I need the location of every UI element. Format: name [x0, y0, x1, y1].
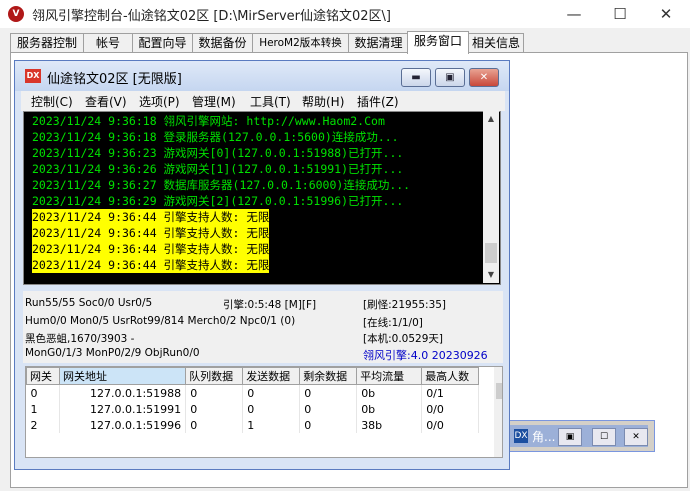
- log-line-highlight: 2023/11/24 9:36:44 引擎支持人数: 无限: [32, 241, 270, 257]
- status-version: 翎风引擎:4.0 20230926: [363, 349, 488, 362]
- col-max-users[interactable]: 最高人数: [421, 367, 480, 385]
- log-line: 2023/11/24 9:36:26 游戏网关[1](127.0.0.1:519…: [32, 162, 404, 176]
- col-gateway-address[interactable]: 网关地址: [58, 367, 187, 385]
- app-logo-icon: V: [8, 6, 24, 22]
- scroll-up-icon[interactable]: ▲: [483, 111, 499, 127]
- dx-icon: DX: [25, 69, 41, 83]
- status-run: Run55/55 Soc0/0 Usr0/5: [25, 297, 153, 309]
- col-send-data[interactable]: 发送数据: [242, 367, 301, 385]
- gateway-table: 网关 网关地址 队列数据 发送数据 剩余数据 平均流量 最高人数 0 127.0…: [25, 366, 503, 458]
- window-title: 翎风引擎控制台-仙途铭文02区 [D:\MirServer仙途铭文02区\]: [32, 9, 392, 24]
- tab-data-backup[interactable]: 数据备份: [192, 33, 253, 53]
- bg-window-title: 角...: [532, 430, 556, 444]
- table-scroll-thumb[interactable]: [496, 383, 502, 399]
- bg-window-icon: DX: [514, 429, 528, 443]
- status-local: [本机:0.0529天]: [363, 333, 443, 345]
- tab-config-wizard[interactable]: 配置向导: [132, 33, 193, 53]
- tab-service-window[interactable]: 服务窗口: [407, 31, 469, 54]
- tab-herom2-convert[interactable]: HeroM2版本转换: [252, 33, 349, 53]
- server-child-window: DX 仙途铭文02区 [无限版] ▬ ▣ ✕ 控制(C) 查看(V) 选项(P)…: [14, 60, 510, 470]
- menu-view[interactable]: 查看(V): [85, 93, 127, 110]
- log-line: 2023/11/24 9:36:18 翎风引擎网站: http://www.Ha…: [32, 114, 385, 128]
- menu-help[interactable]: 帮助(H): [302, 93, 344, 110]
- background-child-window[interactable]: DX 角... ▣ ☐ ✕: [505, 420, 655, 452]
- table-scrollbar[interactable]: [494, 367, 502, 457]
- child-close-button[interactable]: ✕: [469, 68, 499, 87]
- tab-account[interactable]: 帐号: [83, 33, 133, 53]
- log-line-highlight: 2023/11/24 9:36:44 引擎支持人数: 无限: [32, 209, 270, 225]
- status-online: [在线:1/1/0]: [363, 317, 423, 329]
- log-line: 2023/11/24 9:36:23 游戏网关[0](127.0.0.1:519…: [32, 146, 404, 160]
- col-gateway[interactable]: 网关: [26, 367, 60, 385]
- col-queue-data[interactable]: 队列数据: [185, 367, 244, 385]
- child-minimize-button[interactable]: ▬: [401, 68, 431, 87]
- log-line-highlight: 2023/11/24 9:36:44 引擎支持人数: 无限: [32, 225, 270, 241]
- bg-window-close-button[interactable]: ✕: [624, 428, 648, 446]
- col-avg-traffic[interactable]: 平均流量: [356, 367, 423, 385]
- log-scrollbar[interactable]: ▲ ▼: [483, 111, 499, 283]
- child-window-title: 仙途铭文02区 [无限版]: [47, 72, 182, 87]
- main-titlebar: V 翎风引擎控制台-仙途铭文02区 [D:\MirServer仙途铭文02区\]…: [0, 0, 690, 28]
- menu-bar: 控制(C) 查看(V) 选项(P) 管理(M) 工具(T) 帮助(H) 插件(Z…: [21, 91, 505, 111]
- menu-plugins[interactable]: 插件(Z): [357, 93, 399, 110]
- maximize-button[interactable]: ☐: [598, 2, 642, 26]
- child-window-titlebar: DX 仙途铭文02区 [无限版] ▬ ▣ ✕: [15, 61, 509, 91]
- log-line: 2023/11/24 9:36:18 登录服务器(127.0.0.1:5600)…: [32, 130, 399, 144]
- status-panel: Run55/55 Soc0/0 Usr0/5 引擎:0:5:48 [M][F] …: [23, 291, 503, 363]
- log-line: 2023/11/24 9:36:27 数据库服务器(127.0.0.1:6000…: [32, 178, 411, 192]
- scroll-thumb[interactable]: [485, 243, 497, 263]
- log-line: 2023/11/24 9:36:29 游戏网关[2](127.0.0.1:519…: [32, 194, 404, 208]
- minimize-button[interactable]: —: [552, 2, 596, 26]
- child-restore-button[interactable]: ▣: [435, 68, 465, 87]
- close-button[interactable]: ✕: [644, 2, 688, 26]
- log-line-highlight: 2023/11/24 9:36:44 引擎支持人数: 无限: [32, 257, 270, 273]
- table-row[interactable]: 1 127.0.0.1:51991 0 0 0 0b 0/0: [26, 401, 480, 417]
- table-row[interactable]: 0 127.0.0.1:51988 0 0 0 0b 0/1: [26, 384, 480, 401]
- tab-server-control[interactable]: 服务器控制: [10, 33, 84, 53]
- tab-related-info[interactable]: 相关信息: [468, 33, 524, 53]
- scroll-down-icon[interactable]: ▼: [483, 267, 499, 283]
- menu-tools[interactable]: 工具(T): [250, 93, 291, 110]
- status-map: 黑色恶蛆,1670/3903 -: [25, 333, 135, 345]
- status-refresh: [刷怪:21955:35]: [363, 299, 447, 311]
- status-hum: Hum0/0 Mon0/5 UsrRot99/814 Merch0/2 Npc0…: [25, 315, 296, 327]
- menu-options[interactable]: 选项(P): [139, 93, 180, 110]
- menu-control[interactable]: 控制(C): [31, 93, 73, 110]
- log-console: 2023/11/24 9:36:18 翎风引擎网站: http://www.Ha…: [23, 111, 501, 285]
- status-mongo: MonG0/1/3 MonP0/2/9 ObjRun0/0: [25, 347, 200, 359]
- bg-window-restore-button[interactable]: ▣: [558, 428, 582, 446]
- status-engine-time: 引擎:0:5:48 [M][F]: [223, 299, 317, 311]
- table-row[interactable]: 2 127.0.0.1:51996 0 1 0 38b 0/0: [26, 417, 480, 433]
- main-tabstrip: 服务器控制 帐号 配置向导 数据备份 HeroM2版本转换 数据清理 服务窗口 …: [10, 31, 690, 54]
- menu-manage[interactable]: 管理(M): [192, 93, 236, 110]
- col-remaining-data[interactable]: 剩余数据: [299, 367, 358, 385]
- tab-data-cleanup[interactable]: 数据清理: [348, 33, 409, 53]
- bg-window-maximize-button[interactable]: ☐: [592, 428, 616, 446]
